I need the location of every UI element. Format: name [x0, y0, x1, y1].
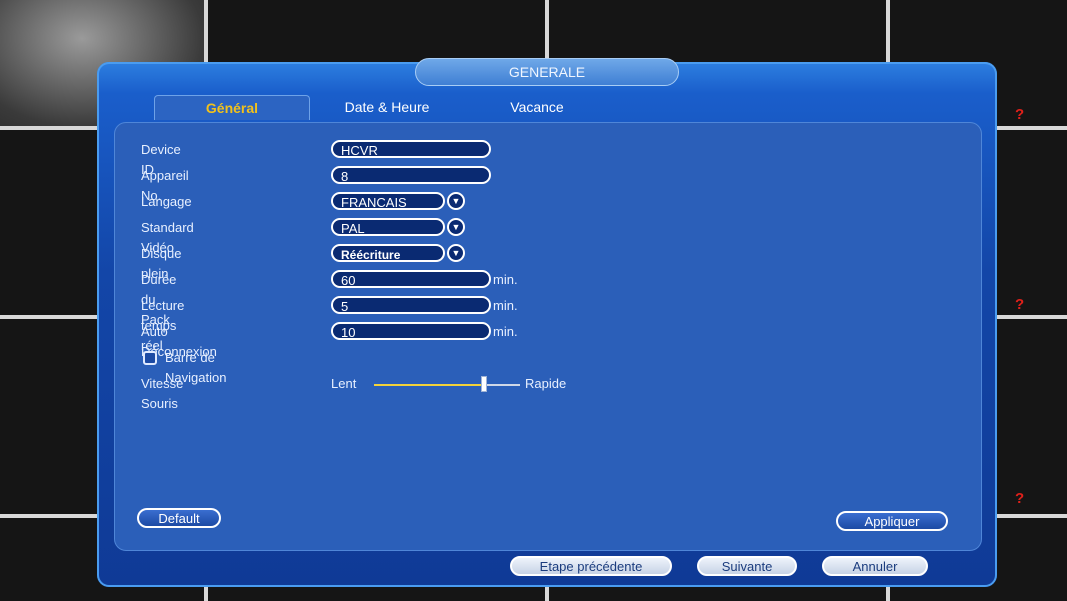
default-button[interactable]: Default — [137, 508, 221, 528]
realtime-playback-input[interactable]: 5 — [331, 296, 491, 314]
cancel-button[interactable]: Annuler — [822, 556, 928, 576]
disk-full-select[interactable]: Réécriture — [331, 244, 445, 262]
device-no-input[interactable]: 8 — [331, 166, 491, 184]
pack-duration-unit: min. — [493, 272, 518, 287]
video-standard-select[interactable]: PAL — [331, 218, 445, 236]
tab-date-time[interactable]: Date & Heure — [327, 95, 447, 119]
chevron-down-icon[interactable]: ▼ — [447, 192, 465, 210]
next-button[interactable]: Suivante — [697, 556, 797, 576]
language-label: Langage — [141, 194, 192, 209]
previous-step-button[interactable]: Etape précédente — [510, 556, 672, 576]
alert-mark: ? — [1015, 106, 1025, 123]
mouse-speed-slider-rest[interactable] — [486, 384, 520, 386]
tab-general[interactable]: Général — [154, 95, 310, 120]
alert-mark: ? — [1015, 490, 1025, 507]
mouse-speed-slider-track[interactable] — [374, 384, 481, 386]
device-id-input[interactable]: HCVR — [331, 140, 491, 158]
settings-window: GENERALE Général Date & Heure Vacance De… — [97, 58, 997, 587]
mouse-speed-label: Vitesse Souris — [141, 376, 184, 411]
chevron-down-icon[interactable]: ▼ — [447, 218, 465, 236]
apply-button[interactable]: Appliquer — [836, 511, 948, 531]
tab-holiday[interactable]: Vacance — [487, 95, 587, 119]
auto-logout-input[interactable]: 10 — [331, 322, 491, 340]
settings-panel — [114, 122, 982, 551]
realtime-playback-unit: min. — [493, 298, 518, 313]
window-title: GENERALE — [415, 58, 679, 86]
mouse-speed-max-label: Rapide — [525, 376, 567, 391]
alert-mark: ? — [1015, 296, 1025, 313]
nav-bar-checkbox[interactable] — [143, 351, 157, 365]
mouse-speed-min-label: Lent — [331, 376, 357, 391]
pack-duration-input[interactable]: 60 — [331, 270, 491, 288]
language-select[interactable]: FRANCAIS — [331, 192, 445, 210]
auto-logout-unit: min. — [493, 324, 518, 339]
chevron-down-icon[interactable]: ▼ — [447, 244, 465, 262]
mouse-speed-slider-thumb[interactable] — [480, 376, 487, 392]
